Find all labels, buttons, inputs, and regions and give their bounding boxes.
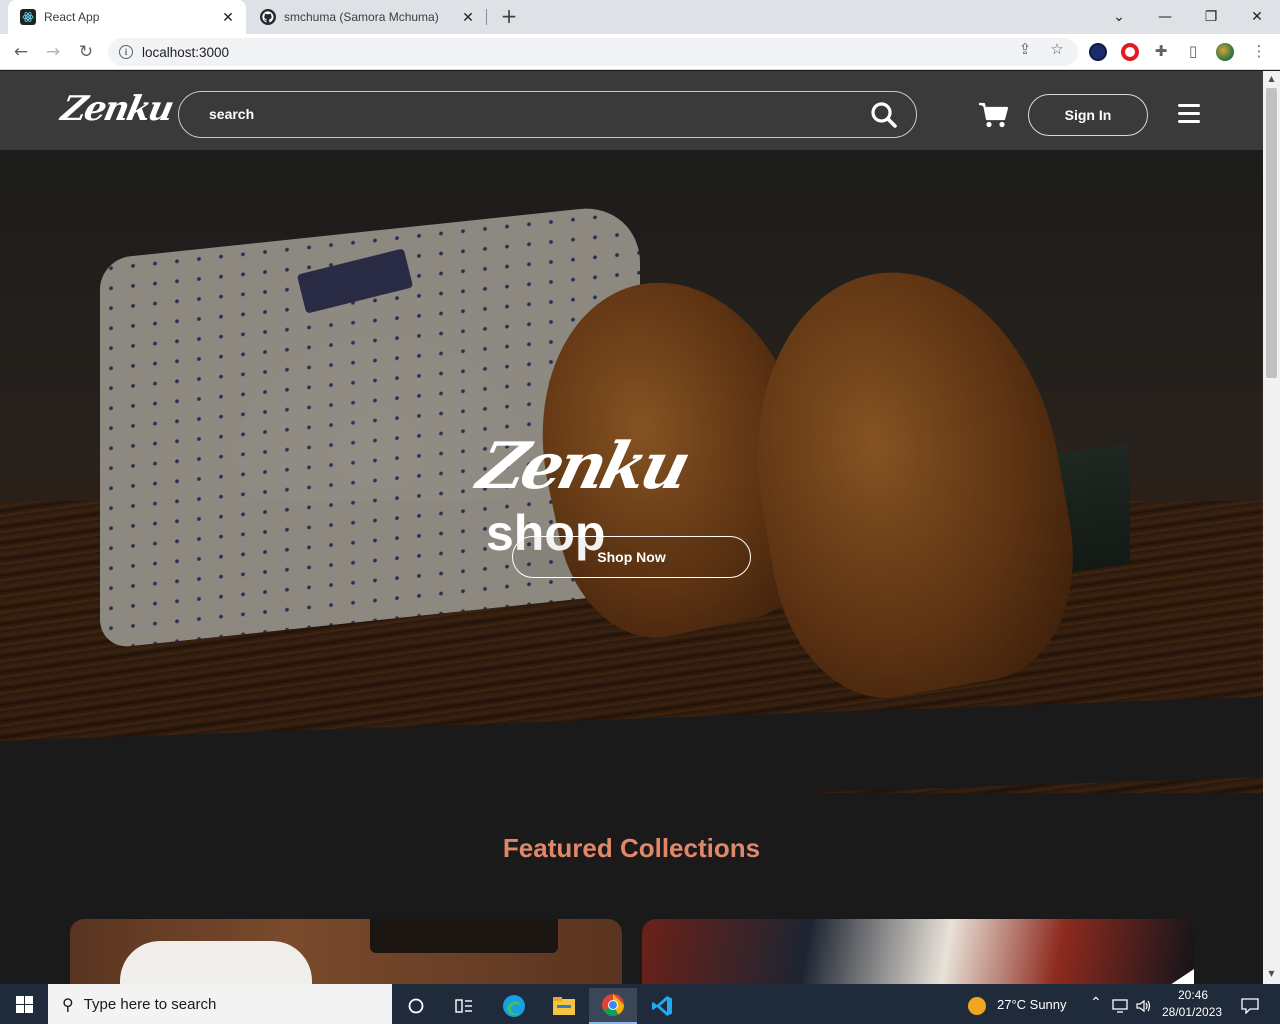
close-tab-icon[interactable]: ✕ <box>458 7 478 27</box>
browser-toolbar: ← → ↻ i localhost:3000 ⇪ ☆ ✚ ▯ ⋮ <box>0 34 1280 70</box>
restore-icon[interactable]: ❐ <box>1188 0 1234 34</box>
scrollbar-thumb[interactable] <box>1266 88 1277 378</box>
volume-icon[interactable] <box>1132 988 1156 1024</box>
collection-card-jackets[interactable] <box>642 919 1194 984</box>
page-viewport: Zenku search Sign In Zenkushop Shop Now … <box>0 71 1263 984</box>
new-tab-button[interactable]: + <box>498 6 520 28</box>
hero-title: Zenkushop <box>471 429 800 561</box>
hero-banner: Zenkushop Shop Now <box>0 151 1263 793</box>
close-window-icon[interactable]: ✕ <box>1234 0 1280 34</box>
task-view-icon[interactable] <box>440 988 488 1024</box>
shop-now-button[interactable]: Shop Now <box>512 536 751 578</box>
windows-logo-icon <box>15 995 33 1013</box>
browser-tab-bar: React App ✕ smchuma (Samora Mchuma) ✕ + … <box>0 0 1280 34</box>
edge-browser-icon[interactable] <box>490 988 538 1024</box>
show-hidden-icons-chevron-icon[interactable]: ⌃ <box>1090 994 1102 1011</box>
forward-arrow-icon[interactable]: → <box>41 40 65 64</box>
tab-title: smchuma (Samora Mchuma) <box>284 10 439 24</box>
collection-card-corner <box>1164 969 1194 984</box>
clock-date[interactable]: 28/01/2023 <box>1162 1005 1222 1019</box>
bookmark-star-icon[interactable]: ☆ <box>1048 40 1066 58</box>
site-logo[interactable]: Zenku <box>58 89 176 129</box>
collection-tshirt-image <box>120 941 312 984</box>
start-button[interactable] <box>0 984 48 1024</box>
tab-search-icon[interactable]: ⌄ <box>1096 0 1142 34</box>
scroll-down-arrow-icon[interactable]: ▼ <box>1267 969 1276 978</box>
tab-separator <box>486 9 487 25</box>
weather-text[interactable]: 27°C Sunny <box>997 997 1067 1012</box>
side-panel-icon[interactable]: ▯ <box>1184 42 1202 60</box>
weather-sun-icon[interactable] <box>955 988 999 1024</box>
extension-dark-icon[interactable] <box>1089 43 1107 61</box>
search-icon[interactable] <box>869 100 899 130</box>
minimize-icon[interactable]: — <box>1142 0 1188 34</box>
close-tab-icon[interactable]: ✕ <box>218 7 238 27</box>
taskbar-search-placeholder: Type here to search <box>83 995 217 1013</box>
github-favicon-icon <box>260 9 276 25</box>
hero-brand: Zenku <box>470 429 695 504</box>
network-icon[interactable] <box>1108 988 1132 1024</box>
page-scrollbar[interactable]: ▲ ▼ <box>1263 71 1280 984</box>
back-arrow-icon[interactable]: ← <box>9 40 33 64</box>
site-navbar: Zenku search Sign In <box>0 71 1263 151</box>
featured-collections-heading: Featured Collections <box>502 833 761 863</box>
browser-menu-icon[interactable]: ⋮ <box>1250 42 1268 60</box>
windows-taskbar: ⚲ Type here to search 27°C Sunny ⌃ 20:46… <box>0 984 1280 1024</box>
opera-extension-icon[interactable] <box>1121 43 1139 61</box>
chrome-icon[interactable] <box>589 988 637 1024</box>
tab-github[interactable]: smchuma (Samora Mchuma) ✕ <box>248 0 486 34</box>
site-info-icon[interactable]: i <box>119 45 133 59</box>
cortana-icon[interactable] <box>392 988 440 1024</box>
tab-title: React App <box>44 10 100 24</box>
collection-card-tshirts[interactable] <box>70 919 622 984</box>
vscode-icon[interactable] <box>638 988 686 1024</box>
clock-time[interactable]: 20:46 <box>1178 988 1208 1002</box>
scroll-up-arrow-icon[interactable]: ▲ <box>1267 74 1276 83</box>
url-text: localhost:3000 <box>142 44 230 60</box>
profile-avatar[interactable] <box>1216 43 1234 61</box>
hamburger-menu-icon[interactable] <box>1178 104 1200 124</box>
file-explorer-icon[interactable] <box>540 988 588 1024</box>
search-bar[interactable]: search <box>178 91 917 138</box>
reload-icon[interactable]: ↻ <box>74 40 98 64</box>
cart-icon[interactable] <box>978 101 1010 129</box>
sign-in-button[interactable]: Sign In <box>1028 94 1148 136</box>
extensions-puzzle-icon[interactable]: ✚ <box>1152 42 1170 60</box>
collection-dark-object-image <box>370 919 558 953</box>
search-icon: ⚲ <box>62 994 74 1014</box>
tab-react-app[interactable]: React App ✕ <box>8 0 246 34</box>
react-favicon-icon <box>20 9 36 25</box>
share-icon[interactable]: ⇪ <box>1016 40 1034 58</box>
search-input[interactable]: search <box>209 106 254 122</box>
notifications-icon[interactable] <box>1230 988 1270 1024</box>
address-bar[interactable]: i localhost:3000 <box>108 38 1078 66</box>
taskbar-search-box[interactable]: ⚲ Type here to search <box>48 984 392 1024</box>
